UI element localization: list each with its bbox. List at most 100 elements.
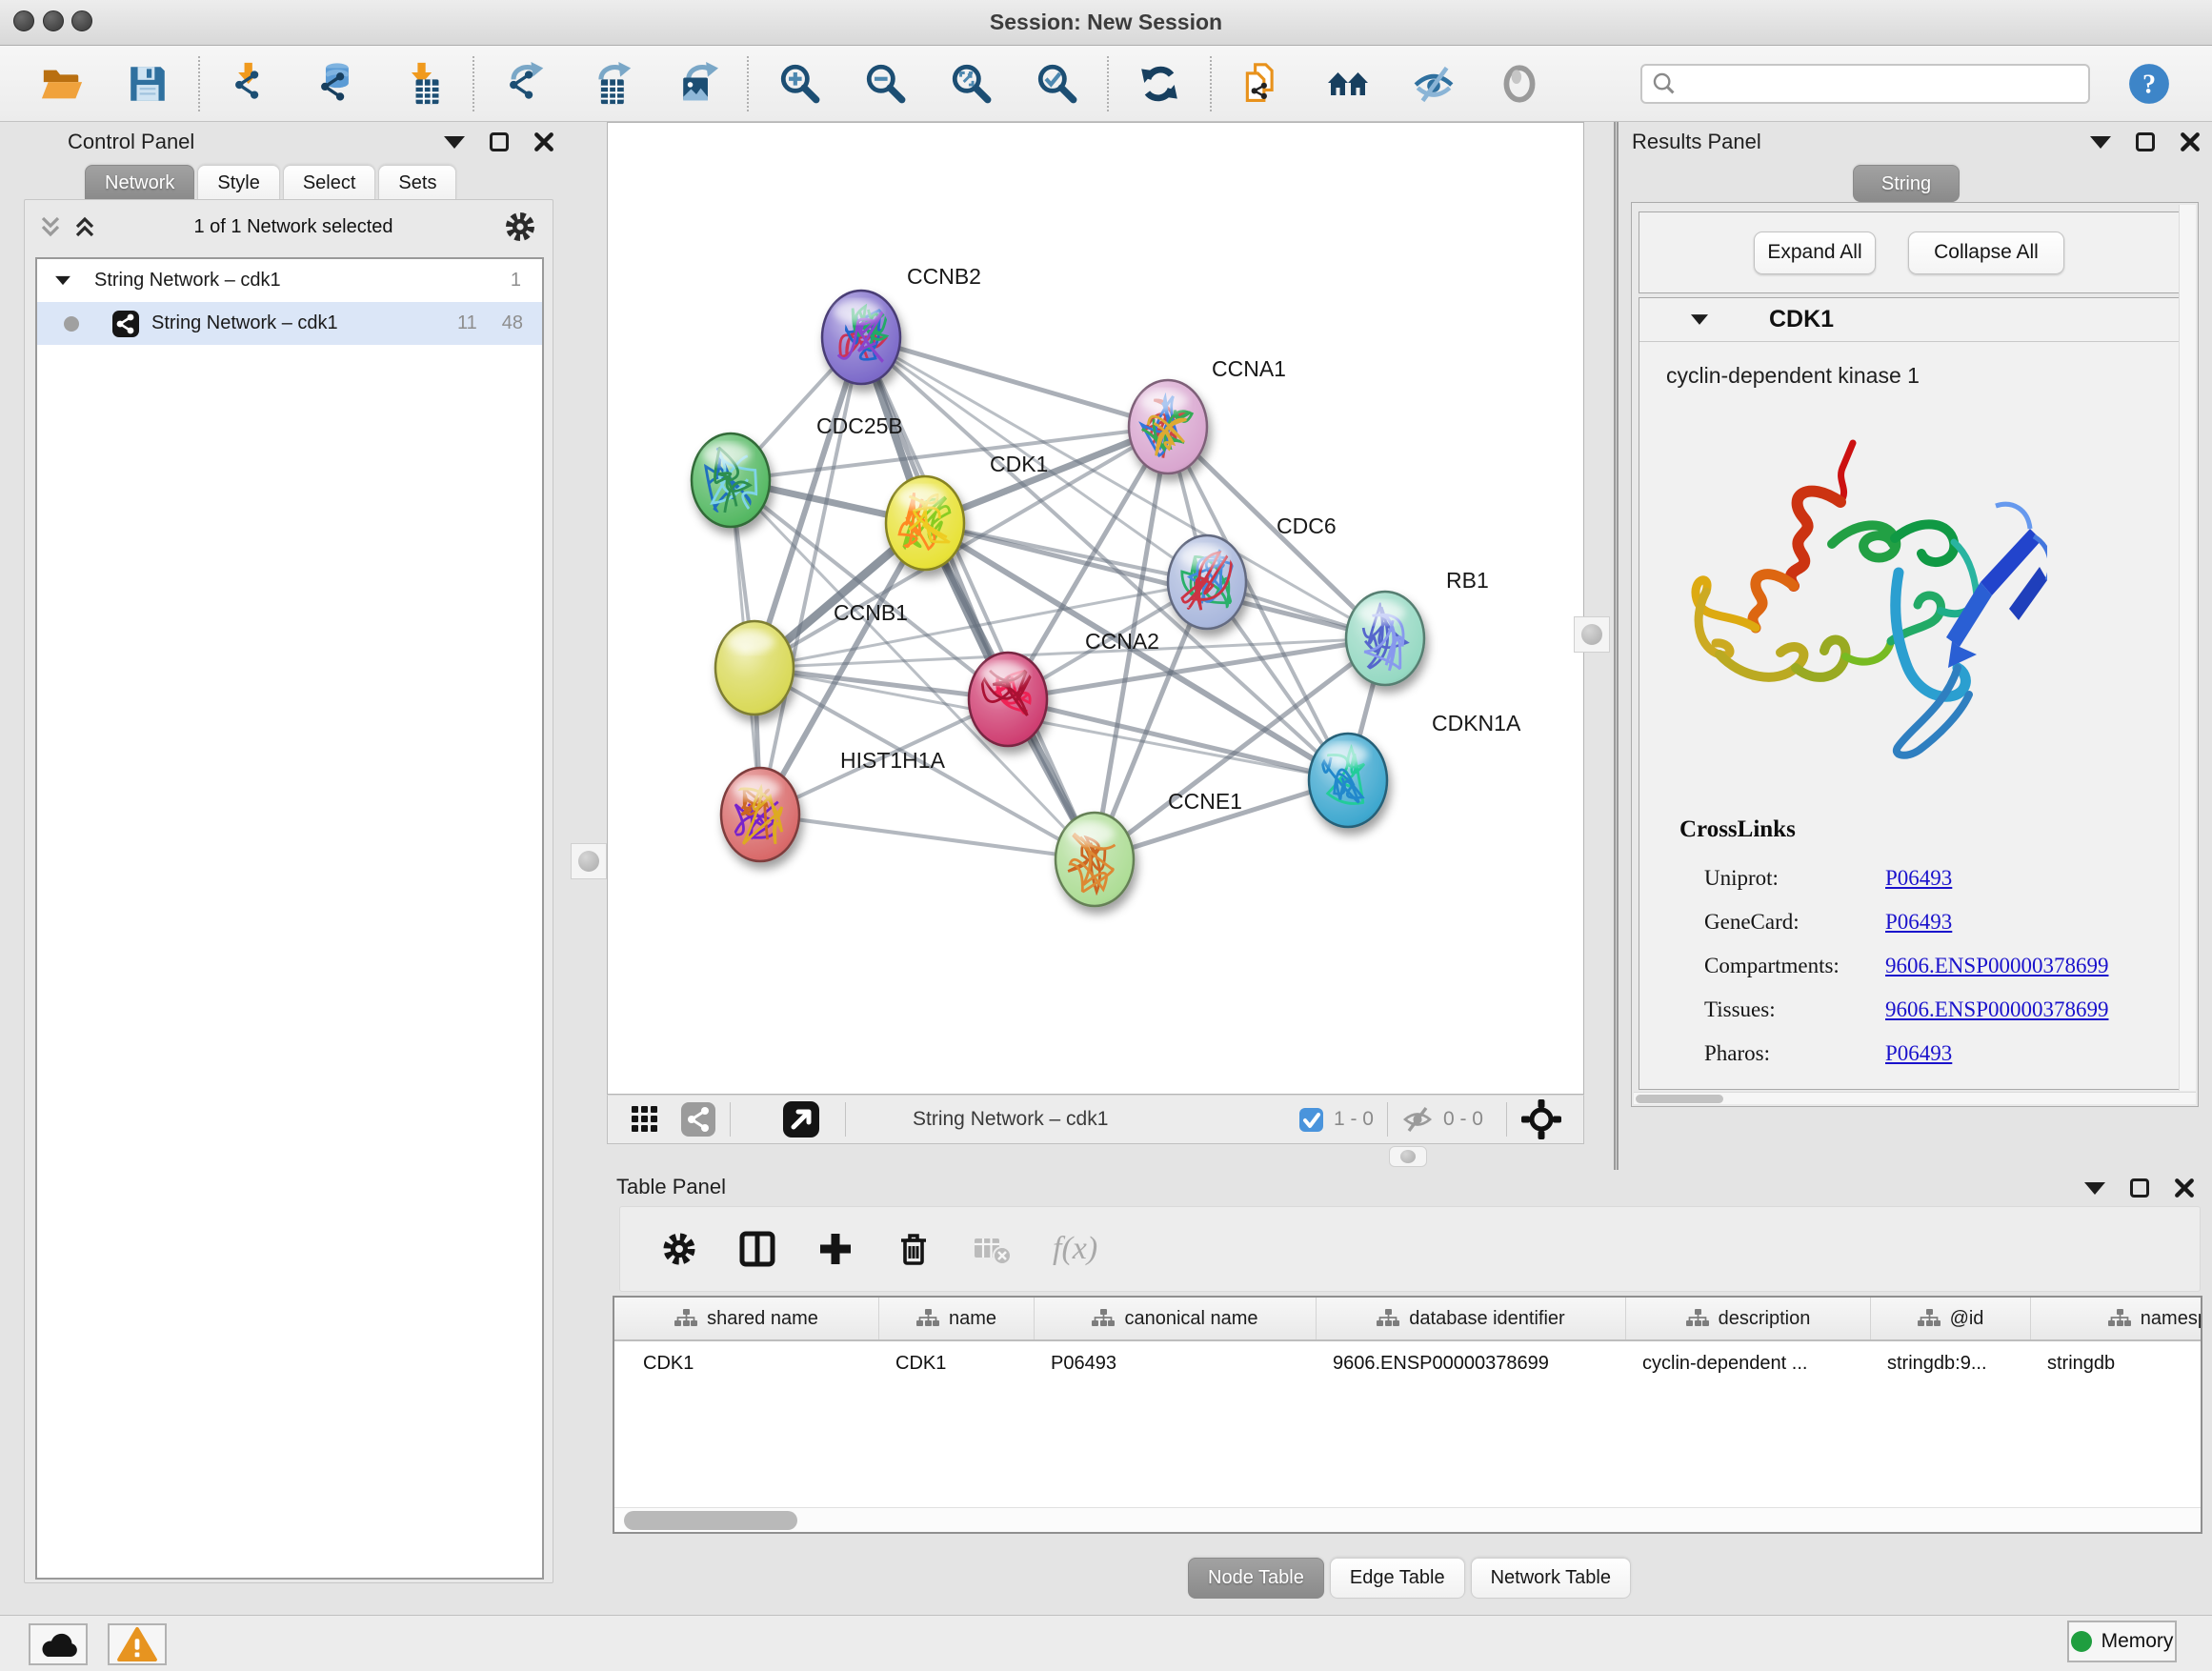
bottom-splitter-handle[interactable] (1389, 1146, 1427, 1167)
panel-menu-icon[interactable] (2084, 1182, 2105, 1195)
column-header-namespace[interactable]: namespace (2031, 1298, 2202, 1339)
tree-caret-icon[interactable] (55, 276, 70, 285)
network-share-icon[interactable] (680, 1101, 716, 1137)
apply-preferred-layout-button[interactable] (1136, 60, 1183, 108)
network-node-CCNA2[interactable] (969, 653, 1047, 746)
node-label-CCNB1: CCNB1 (834, 600, 908, 625)
network-canvas[interactable]: CCNB2CCNA1CDC25BCDK1CDC6RB1CCNB1CCNA2CDK… (607, 122, 1584, 1095)
tab-select[interactable]: Select (283, 165, 376, 200)
panel-menu-icon[interactable] (444, 136, 465, 149)
network-collection-row[interactable]: String Network – cdk1 1 (37, 259, 542, 302)
network-row-selected[interactable]: String Network – cdk1 11 48 (37, 302, 542, 345)
network-node-CCNB1[interactable] (715, 621, 794, 715)
right-splitter[interactable] (1614, 122, 1619, 1170)
network-node-CDC6[interactable] (1168, 535, 1246, 629)
results-vscrollbar[interactable] (2179, 205, 2196, 1091)
crosslink-link[interactable]: P06493 (1885, 866, 1952, 890)
panel-float-icon[interactable] (2130, 1178, 2149, 1198)
tab-sets[interactable]: Sets (378, 165, 456, 200)
results-hscrollbar[interactable] (1634, 1092, 2196, 1104)
column-header-description[interactable]: description (1626, 1298, 1871, 1339)
panel-float-icon[interactable] (490, 132, 509, 151)
zoom-selected-button[interactable] (1033, 60, 1080, 108)
entry-caret-icon[interactable] (1691, 314, 1708, 325)
import-network-file-button[interactable] (227, 60, 274, 108)
zoom-in-button[interactable] (775, 60, 823, 108)
crosslink-link[interactable]: P06493 (1885, 1041, 1952, 1065)
network-node-CCNE1[interactable] (1056, 813, 1134, 906)
network-edge-CCNB2-HIST1H1A[interactable] (760, 337, 861, 815)
node-entry-header[interactable]: CDK1 (1639, 298, 2179, 342)
tab-edge-table[interactable]: Edge Table (1330, 1558, 1465, 1599)
save-session-button[interactable] (124, 60, 171, 108)
export-table-button[interactable] (587, 60, 634, 108)
column-header-name[interactable]: name (879, 1298, 1035, 1339)
import-table-file-button[interactable] (398, 60, 446, 108)
tab-style[interactable]: Style (197, 165, 279, 200)
memory-button[interactable]: Memory (2067, 1621, 2177, 1662)
network-node-CDKN1A[interactable] (1309, 734, 1387, 827)
panel-float-icon[interactable] (2136, 132, 2155, 151)
gear-icon[interactable] (503, 210, 537, 244)
toolbar-search-box[interactable] (1640, 64, 2090, 104)
birds-eye-view-icon[interactable] (631, 1105, 659, 1134)
hide-selected-button[interactable] (1410, 60, 1458, 108)
right-splitter-handle[interactable] (1574, 616, 1610, 653)
show-columns-icon[interactable] (738, 1230, 776, 1268)
open-session-button[interactable] (38, 60, 86, 108)
crosslink-link[interactable]: 9606.ENSP00000378699 (1885, 954, 2109, 977)
search-input[interactable] (1682, 72, 2079, 94)
table-cell: cyclin-dependent ... (1626, 1353, 1871, 1375)
node-label-CCNA1: CCNA1 (1212, 356, 1286, 381)
table-cell: stringdb (2031, 1353, 2202, 1375)
delete-column-icon[interactable] (895, 1230, 933, 1268)
column-header--id[interactable]: @id (1871, 1298, 2031, 1339)
tab-node-table[interactable]: Node Table (1188, 1558, 1324, 1599)
panel-close-icon[interactable] (2180, 131, 2201, 152)
zoom-out-button[interactable] (861, 60, 909, 108)
import-network-database-button[interactable] (312, 60, 360, 108)
left-splitter-handle[interactable] (571, 843, 607, 879)
expand-all-icon[interactable] (72, 214, 97, 239)
export-network-button[interactable] (501, 60, 549, 108)
column-header-database-identifier[interactable]: database identifier (1317, 1298, 1626, 1339)
panel-menu-icon[interactable] (2090, 136, 2111, 149)
table-gear-icon[interactable] (660, 1230, 698, 1268)
selected-checkbox-icon[interactable] (1298, 1107, 1324, 1133)
new-network-from-selection-button[interactable] (1238, 60, 1286, 108)
column-header-shared-name[interactable]: shared name (614, 1298, 879, 1339)
tab-network-table[interactable]: Network Table (1471, 1558, 1631, 1599)
panel-close-icon[interactable] (2174, 1178, 2195, 1198)
network-node-CCNA1[interactable] (1129, 380, 1207, 473)
crosslink-link[interactable]: P06493 (1885, 910, 1952, 934)
table-hscrollbar[interactable] (614, 1507, 2201, 1532)
open-in-new-window-icon[interactable] (782, 1100, 820, 1138)
export-image-button[interactable] (673, 60, 720, 108)
network-node-CDC25B[interactable] (692, 433, 770, 527)
show-all-button[interactable] (1496, 60, 1543, 108)
node-entry-body: cyclin-dependent kinase 1 (1639, 342, 2179, 1089)
node-table[interactable]: shared namenamecanonical namedatabase id… (613, 1296, 2202, 1534)
expand-all-button[interactable]: Expand All (1754, 232, 1876, 274)
cloud-status-button[interactable] (29, 1623, 88, 1665)
tab-network[interactable]: Network (85, 165, 194, 200)
network-edge-HIST1H1A-CCNE1[interactable] (760, 815, 1095, 859)
table-row[interactable]: CDK1CDK1P064939606.ENSP00000378699cyclin… (614, 1343, 2202, 1383)
crosslink-link[interactable]: 9606.ENSP00000378699 (1885, 997, 2109, 1021)
add-column-icon[interactable] (816, 1230, 855, 1268)
column-header-canonical-name[interactable]: canonical name (1035, 1298, 1317, 1339)
network-edge-CCNB2-CCNA1[interactable] (861, 337, 1168, 427)
network-node-CCNB2[interactable] (822, 291, 900, 384)
warning-status-button[interactable] (108, 1623, 167, 1665)
tab-string[interactable]: String (1853, 165, 1960, 202)
fit-selected-crosshair-icon[interactable] (1520, 1098, 1562, 1140)
collapse-all-icon[interactable] (38, 214, 63, 239)
panel-close-icon[interactable] (533, 131, 554, 152)
first-neighbors-button[interactable] (1324, 60, 1372, 108)
collapse-all-button[interactable]: Collapse All (1908, 232, 2064, 274)
network-node-RB1[interactable] (1346, 592, 1424, 685)
help-button[interactable]: ? (2124, 59, 2174, 109)
network-node-CDK1[interactable] (886, 476, 964, 570)
zoom-fit-content-button[interactable] (947, 60, 995, 108)
network-node-HIST1H1A[interactable] (721, 768, 799, 861)
